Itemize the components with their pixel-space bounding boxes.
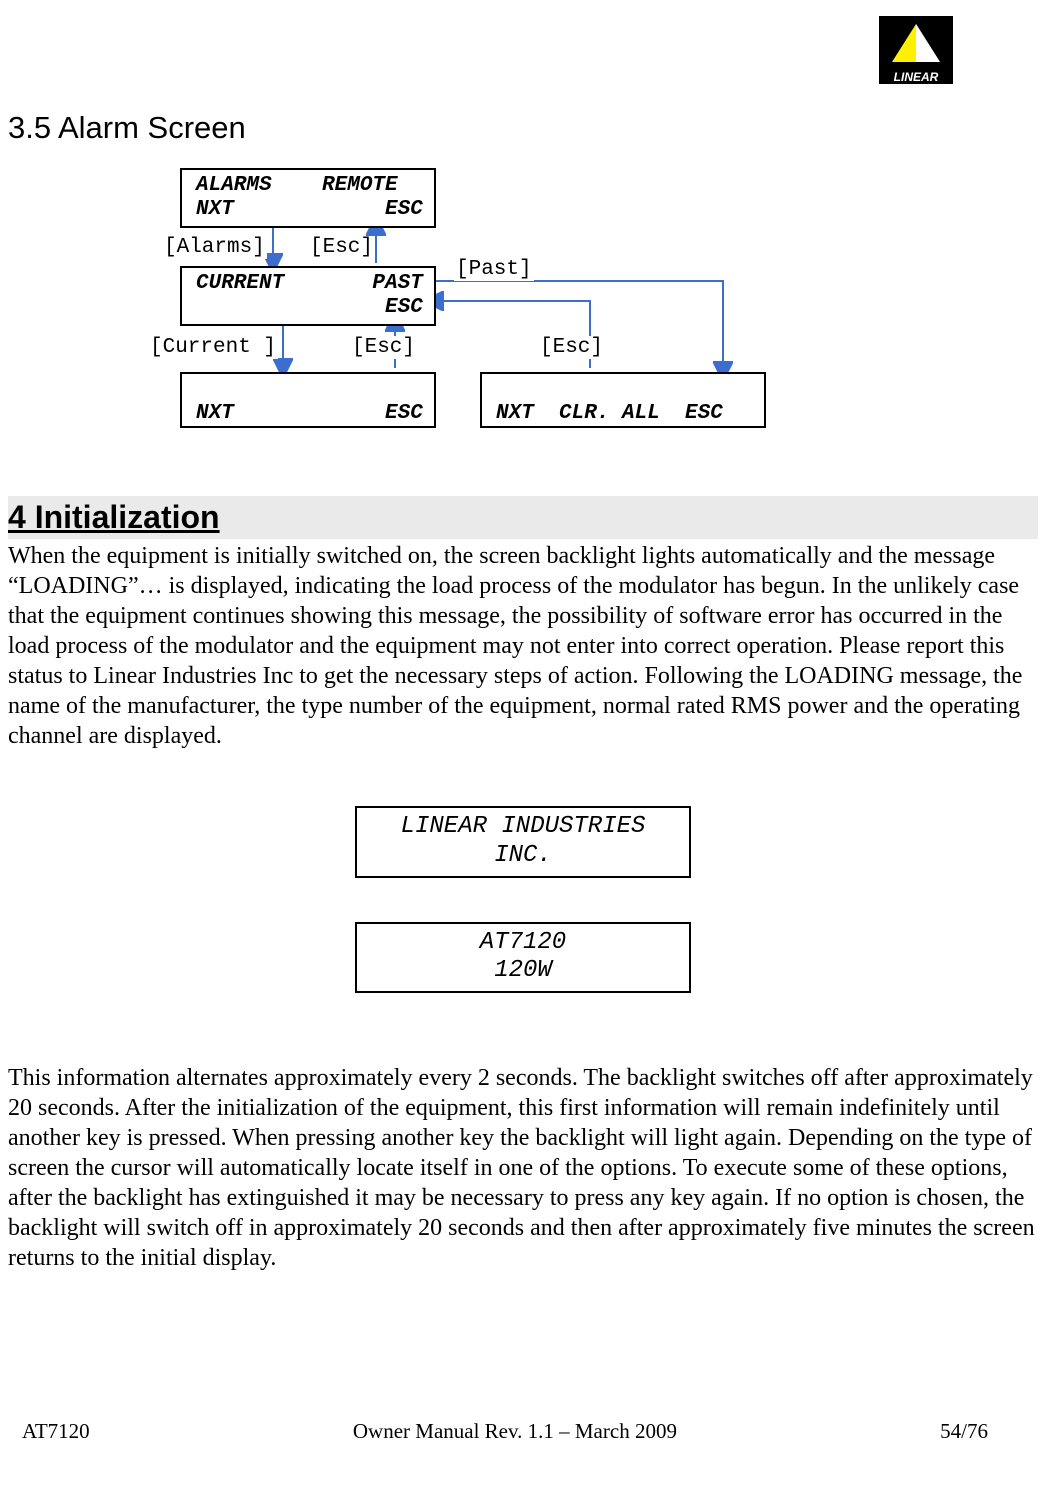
footer-doc-title: Owner Manual Rev. 1.1 – March 2009 (353, 1419, 677, 1444)
section-4-heading: 4 Initialization (8, 496, 1038, 539)
label-alarms: [Alarms] (162, 236, 267, 259)
footer-page-number: 54/76 (940, 1419, 988, 1444)
label-past: [Past] (454, 258, 534, 281)
lcd-line: LINEAR INDUSTRIES (357, 813, 689, 842)
lcd-manufacturer: LINEAR INDUSTRIES INC. (355, 806, 691, 878)
alarm-screen-diagram: ALARMS REMOTE NXT ESC CURRENT PAST ESC N… (158, 166, 908, 441)
lcd-screen-clr-all: NXT CLR. ALL ESC (480, 372, 766, 428)
lcd-line: INC. (357, 842, 689, 871)
label-esc-2: [Esc] (350, 336, 417, 359)
lcd-line: 120W (357, 957, 689, 986)
lcd-screen-current-past: CURRENT PAST ESC (180, 266, 436, 326)
footer-model: AT7120 (22, 1419, 90, 1444)
lcd-screen-alarms: ALARMS REMOTE NXT ESC (180, 168, 436, 228)
lcd-model-power: AT7120 120W (355, 922, 691, 994)
lcd-line: AT7120 (357, 929, 689, 958)
section-3-5-heading: 3.5 Alarm Screen (8, 110, 1038, 146)
brand-logo: LINEAR (879, 16, 953, 89)
page-footer: AT7120 Owner Manual Rev. 1.1 – March 200… (22, 1419, 988, 1444)
lcd-screen-nxt-esc: NXT ESC (180, 372, 436, 428)
initialization-paragraph-2: This information alternates approximatel… (8, 1063, 1040, 1273)
svg-text:LINEAR: LINEAR (894, 70, 939, 84)
label-esc-3: [Esc] (538, 336, 605, 359)
initialization-paragraph-1: When the equipment is initially switched… (8, 541, 1040, 751)
label-current: [Current ] (148, 336, 278, 359)
label-esc-1: [Esc] (308, 236, 375, 259)
